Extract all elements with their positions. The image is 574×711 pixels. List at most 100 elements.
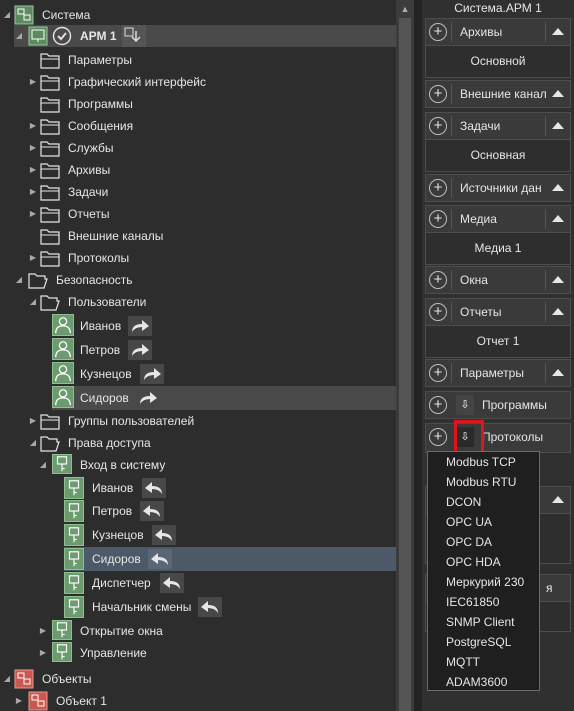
dropdown-option[interactable]: Modbus TCP <box>446 452 516 472</box>
expand-arrow-icon[interactable]: ◢ <box>2 10 12 20</box>
dropdown-option[interactable]: SNMP Client <box>446 612 514 632</box>
collapse-arrow-icon[interactable]: ▶ <box>38 626 48 636</box>
tree-row-login-user[interactable]: Петров <box>64 500 396 522</box>
add-icon[interactable]: + <box>429 271 447 289</box>
tree-row-object1[interactable]: ▶ Объект 1 <box>14 690 396 711</box>
collapse-arrow-icon[interactable]: ▶ <box>28 187 38 197</box>
tree-row-services[interactable]: ▶ Службы <box>28 137 396 159</box>
tree-row-open-window[interactable]: ▶ Открытие окна <box>38 620 396 642</box>
protocols-dropdown[interactable]: Modbus TCP Modbus RTU DCON OPC UA OPC DA… <box>427 451 540 691</box>
tree-row-programs[interactable]: Программы <box>28 93 396 115</box>
dropdown-option[interactable]: PostgreSQL <box>446 632 511 652</box>
back-arrow-icon[interactable] <box>152 525 176 545</box>
collapse-triangle-icon[interactable] <box>552 496 564 503</box>
section-programs[interactable]: + ⇩ Программы <box>425 391 571 419</box>
section-reports[interactable]: + Отчеты <box>425 298 571 326</box>
collapse-arrow-icon[interactable]: ▶ <box>14 696 24 706</box>
dropdown-option[interactable]: OPC UA <box>446 512 492 532</box>
back-arrow-icon[interactable] <box>140 501 164 521</box>
dropdown-option[interactable]: OPC DA <box>446 532 492 552</box>
back-arrow-icon[interactable] <box>198 597 222 617</box>
dropdown-option[interactable]: OPC HDA <box>446 552 501 572</box>
forward-arrow-icon[interactable] <box>136 388 160 408</box>
add-icon[interactable]: + <box>429 303 447 321</box>
collapse-triangle-icon[interactable] <box>552 276 564 283</box>
section-windows[interactable]: + Окна <box>425 266 571 294</box>
dropdown-option[interactable]: IEC61850 <box>446 592 499 612</box>
tree-row-login-user[interactable]: Диспетчер <box>64 572 396 594</box>
expand-arrow-icon[interactable]: ◢ <box>14 31 24 41</box>
collapse-triangle-icon[interactable] <box>552 122 564 129</box>
tree-row-user[interactable]: Петров <box>52 338 396 362</box>
section-protocols[interactable]: + ⇩ Протоколы <box>425 423 571 453</box>
download-action-icon[interactable] <box>122 25 146 47</box>
tree-row-login-user[interactable]: Кузнецов <box>64 524 396 546</box>
collapse-triangle-icon[interactable] <box>552 308 564 315</box>
add-icon[interactable]: + <box>429 23 447 41</box>
download-icon[interactable]: ⇩ <box>456 395 474 415</box>
dropdown-option[interactable]: MQTT <box>446 652 480 672</box>
tree-row-user[interactable]: Сидоров <box>52 386 396 410</box>
collapse-triangle-icon[interactable] <box>552 90 564 97</box>
tree-row-access-rights[interactable]: ◢ Права доступа <box>28 432 396 454</box>
forward-arrow-icon[interactable] <box>140 364 164 384</box>
add-icon[interactable]: + <box>429 396 447 414</box>
dropdown-option[interactable]: DCON <box>446 492 481 512</box>
tree-scrollbar[interactable]: ▲ <box>396 0 414 711</box>
forward-arrow-icon[interactable] <box>128 316 152 336</box>
collapse-arrow-icon[interactable]: ▶ <box>28 121 38 131</box>
collapse-triangle-icon[interactable] <box>552 215 564 222</box>
collapse-arrow-icon[interactable]: ▶ <box>28 416 38 426</box>
tree-row-login[interactable]: ◢ Вход в систему <box>38 454 396 476</box>
tree-row-archives[interactable]: ▶ Архивы <box>28 159 396 181</box>
tree-row-protocols[interactable]: ▶ Протоколы <box>28 247 396 269</box>
tree-row-arm1[interactable]: ◢ АРМ 1 <box>14 25 396 47</box>
section-data-sources[interactable]: + Источники дан <box>425 174 571 202</box>
back-arrow-icon[interactable] <box>160 573 184 593</box>
tree-row-user-groups[interactable]: ▶ Группы пользователей <box>28 410 396 432</box>
section-item[interactable]: Основной <box>425 46 571 78</box>
collapse-triangle-icon[interactable] <box>552 28 564 35</box>
expand-arrow-icon[interactable]: ◢ <box>38 460 48 470</box>
collapse-arrow-icon[interactable]: ▶ <box>38 648 48 658</box>
scroll-up-icon[interactable]: ▲ <box>396 0 414 18</box>
collapse-arrow-icon[interactable]: ▶ <box>28 165 38 175</box>
tree-row-user[interactable]: Кузнецов <box>52 362 396 386</box>
tree-row-system[interactable]: ◢ Система <box>0 4 396 26</box>
tree-row-login-user[interactable]: Иванов <box>64 477 396 499</box>
dropdown-option[interactable]: Меркурий 230 <box>446 572 524 592</box>
collapse-triangle-icon[interactable] <box>552 184 564 191</box>
section-archives[interactable]: + Архивы <box>425 18 571 46</box>
tree-row-parameters[interactable]: Параметры <box>28 49 396 71</box>
tree-row-security[interactable]: ◢ Безопасность <box>14 269 396 291</box>
add-icon[interactable]: + <box>429 210 447 228</box>
expand-arrow-icon[interactable]: ◢ <box>28 438 38 448</box>
back-arrow-icon[interactable] <box>148 549 172 569</box>
tree-row-messages[interactable]: ▶ Сообщения <box>28 115 396 137</box>
tree-row-external-channels[interactable]: Внешние каналы <box>28 225 396 247</box>
collapse-arrow-icon[interactable]: ▶ <box>28 209 38 219</box>
tree-row-reports[interactable]: ▶ Отчеты <box>28 203 396 225</box>
tree-row-login-user[interactable]: Сидоров <box>64 547 396 571</box>
tree-row-control[interactable]: ▶ Управление <box>38 642 396 664</box>
tree-row-users[interactable]: ◢ Пользователи <box>28 291 396 313</box>
dropdown-option[interactable]: ADAM3600 <box>446 672 507 692</box>
forward-arrow-icon[interactable] <box>128 340 152 360</box>
tree-row-user[interactable]: Иванов <box>52 314 396 338</box>
collapse-arrow-icon[interactable]: ▶ <box>28 143 38 153</box>
expand-arrow-icon[interactable]: ◢ <box>28 297 38 307</box>
scrollbar-thumb[interactable] <box>399 18 411 711</box>
tree-row-tasks[interactable]: ▶ Задачи <box>28 181 396 203</box>
collapse-arrow-icon[interactable]: ▶ <box>28 77 38 87</box>
add-icon[interactable]: + <box>429 117 447 135</box>
panel-splitter[interactable] <box>414 0 422 711</box>
section-item[interactable]: Основная <box>425 140 571 172</box>
expand-arrow-icon[interactable]: ◢ <box>14 275 24 285</box>
collapse-triangle-icon[interactable] <box>552 369 564 376</box>
section-external-channels[interactable]: + Внешние канал <box>425 80 571 108</box>
add-icon[interactable]: + <box>429 428 447 446</box>
section-item[interactable]: Отчет 1 <box>425 326 571 358</box>
add-icon[interactable]: + <box>429 179 447 197</box>
section-tasks[interactable]: + Задачи <box>425 112 571 140</box>
tree-row-gui[interactable]: ▶ Графический интерфейс <box>28 71 396 93</box>
